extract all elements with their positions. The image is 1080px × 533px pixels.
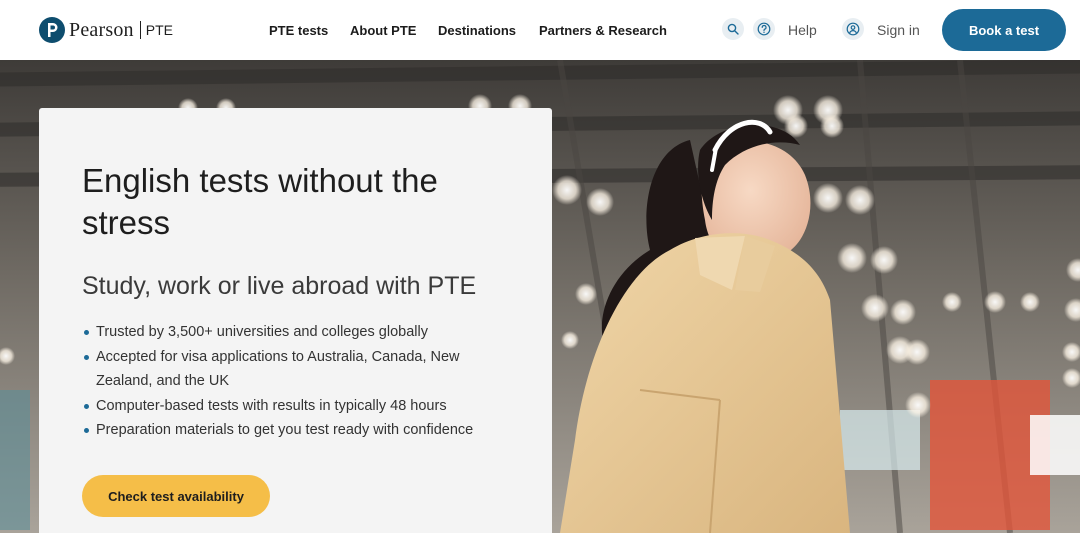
bullet-icon <box>84 428 89 433</box>
hero-card: English tests without the stress Study, … <box>39 108 552 533</box>
benefit-text: Computer-based tests with results in typ… <box>96 397 447 414</box>
bullet-icon <box>84 403 89 409</box>
hero-subtitle: Study, work or live abroad with PTE <box>82 272 477 300</box>
benefit-text: Trusted by 3,500+ universities and colle… <box>96 324 428 340</box>
bullet-icon <box>84 354 89 360</box>
nav-partners-research[interactable]: Partners & Research <box>539 23 667 38</box>
book-a-test-button[interactable]: Book a test <box>942 9 1066 51</box>
benefit-item: Preparation materials to get you test re… <box>82 418 502 443</box>
help-link[interactable]: Help <box>788 22 817 38</box>
search-icon[interactable] <box>722 18 744 40</box>
nav-about-pte[interactable]: About PTE <box>350 23 416 38</box>
benefit-text: Accepted for visa applications to Austra… <box>96 348 460 390</box>
benefit-item: Trusted by 3,500+ universities and colle… <box>82 320 502 345</box>
pearson-logo-icon <box>39 17 65 43</box>
logo-divider <box>139 21 141 39</box>
hero-benefits-list: Trusted by 3,500+ universities and colle… <box>82 320 502 443</box>
sign-in-link[interactable]: Sign in <box>877 22 920 38</box>
user-icon[interactable] <box>842 18 864 40</box>
nav-destinations[interactable]: Destinations <box>438 23 516 38</box>
product-name: PTE <box>145 22 173 38</box>
nav-pte-tests[interactable]: PTE tests <box>269 23 328 38</box>
pearson-pte-logo[interactable]: Pearson PTE <box>39 16 173 44</box>
benefit-item: Accepted for visa applications to Austra… <box>82 345 502 394</box>
bullet-icon <box>84 330 89 335</box>
hero-title: English tests without the stress <box>82 162 438 241</box>
help-icon[interactable] <box>753 18 775 40</box>
benefit-item: Computer-based tests with results in typ… <box>82 394 502 419</box>
check-test-availability-button[interactable]: Check test availability <box>82 475 270 517</box>
site-header: Pearson PTE PTE tests About PTE Destinat… <box>0 0 1080 60</box>
hero-banner: English tests without the stress Study, … <box>0 60 1080 533</box>
benefit-text: Preparation materials to get you test re… <box>96 422 474 438</box>
brand-name: Pearson <box>69 18 134 41</box>
